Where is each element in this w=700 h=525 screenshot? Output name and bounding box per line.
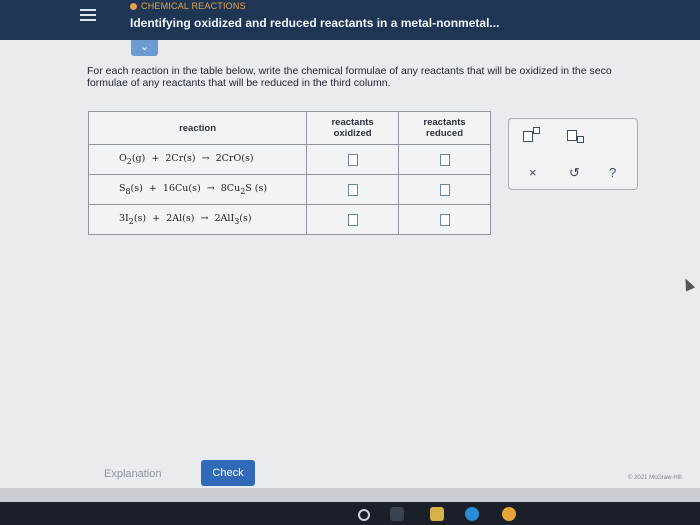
reduced-input-1[interactable] — [439, 153, 450, 166]
superscript-icon — [523, 131, 533, 143]
cortana-icon[interactable] — [358, 509, 370, 521]
header-oxidized-line2: oxidized — [333, 128, 372, 139]
header-reaction: reaction — [87, 111, 308, 145]
formula-palette: × ↺ ? — [508, 118, 638, 190]
table-header-row: reaction reactants oxidized reactants redu… — [87, 111, 491, 145]
explanation-button[interactable]: Explanation — [104, 468, 162, 480]
reduced-input-2[interactable] — [439, 183, 450, 196]
chevron-down-icon: ⌄ — [139, 41, 150, 53]
collapse-toggle-button[interactable]: ⌄ — [131, 40, 158, 56]
help-icon: ? — [609, 165, 617, 180]
close-icon: × — [529, 165, 537, 180]
reduced-answer-cell-1[interactable] — [398, 144, 491, 175]
clear-button[interactable]: × — [529, 165, 537, 180]
instruction-line-2: formulae of any reactants that will be r… — [87, 77, 391, 89]
instructions: For each reaction in the table below, wr… — [87, 65, 700, 89]
task-view-icon[interactable] — [390, 507, 404, 521]
undo-button[interactable]: ↺ — [569, 165, 580, 181]
header-bar: CHEMICAL REACTIONS Identifying oxidized … — [0, 0, 700, 40]
reaction-equation-3: 3I2(s) + 2Al(s) → 2AlI3(s) — [87, 204, 308, 235]
table-row: S8(s) + 16Cu(s) → 8Cu2S (s) — [87, 174, 491, 205]
topic-dot-icon — [130, 3, 137, 11]
oxidized-input-1[interactable] — [347, 153, 358, 166]
undo-icon: ↺ — [569, 165, 580, 180]
superscript-template-button[interactable] — [523, 127, 540, 143]
edge-browser-icon[interactable] — [465, 507, 479, 521]
mouse-cursor-icon — [680, 276, 696, 292]
subscript-small-box-icon — [577, 136, 584, 143]
footer-bar — [0, 488, 700, 502]
topic-text: CHEMICAL REACTIONS — [141, 1, 246, 11]
oxidized-input-3[interactable] — [347, 213, 358, 226]
subscript-icon — [567, 130, 577, 142]
oxidized-answer-cell-2[interactable] — [306, 174, 400, 205]
reaction-equation-1: O2(g) + 2Cr(s) → 2CrO(s) — [87, 144, 308, 175]
oxidized-input-2[interactable] — [347, 183, 358, 196]
reduced-answer-cell-2[interactable] — [398, 174, 491, 205]
topic-label: CHEMICAL REACTIONS — [130, 1, 246, 11]
table-row: O2(g) + 2Cr(s) → 2CrO(s) — [87, 144, 491, 175]
menu-icon[interactable] — [80, 6, 96, 26]
taskbar — [0, 502, 700, 525]
page-title: Identifying oxidized and reduced reactan… — [130, 16, 500, 30]
header-oxidized-line1: reactants — [331, 117, 374, 128]
reduced-input-3[interactable] — [439, 213, 450, 226]
check-button[interactable]: Check — [201, 460, 255, 486]
reaction-equation-2: S8(s) + 16Cu(s) → 8Cu2S (s) — [87, 174, 308, 205]
oxidized-answer-cell-1[interactable] — [306, 144, 400, 175]
header-oxidized: reactants oxidized — [306, 111, 400, 145]
reduced-answer-cell-3[interactable] — [398, 204, 491, 235]
header-reduced: reactants reduced — [398, 111, 491, 145]
header-reduced-line2: reduced — [426, 128, 464, 139]
subscript-template-button[interactable] — [567, 127, 584, 143]
chrome-browser-icon[interactable] — [502, 507, 516, 521]
header-reduced-line1: reactants — [423, 117, 466, 128]
superscript-small-box-icon — [533, 127, 540, 134]
copyright-text: © 2021 McGraw-Hill — [628, 475, 682, 481]
help-button[interactable]: ? — [609, 165, 616, 180]
file-explorer-icon[interactable] — [430, 507, 444, 521]
screen: CHEMICAL REACTIONS Identifying oxidized … — [0, 0, 700, 502]
oxidized-answer-cell-3[interactable] — [306, 204, 400, 235]
instruction-line-1: For each reaction in the table below, wr… — [87, 65, 612, 77]
reaction-table: reaction reactants oxidized reactants redu… — [87, 111, 491, 235]
table-row: 3I2(s) + 2Al(s) → 2AlI3(s) — [87, 204, 491, 235]
